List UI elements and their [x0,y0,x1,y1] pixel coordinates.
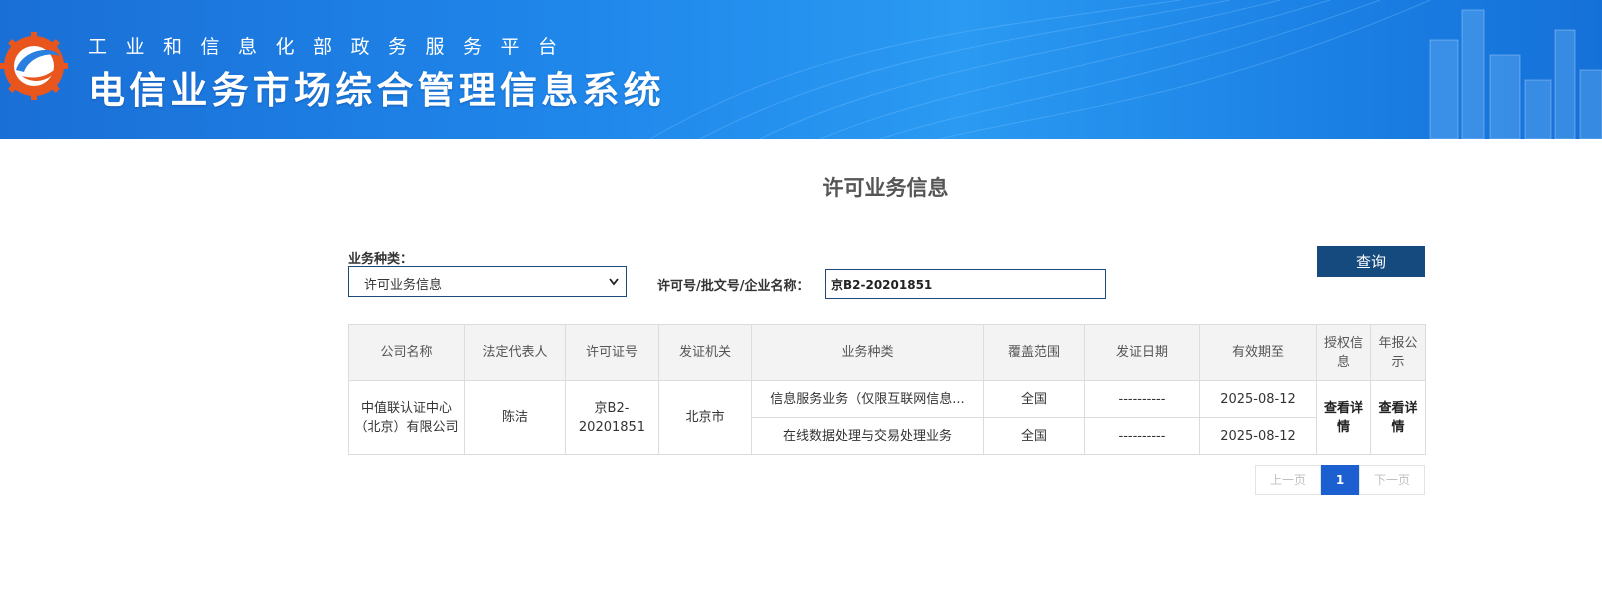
system-title: 电信业务市场综合管理信息系统 [88,69,665,112]
business-type-cell: 信息服务业务（仅限互联网信息... [751,380,984,418]
license-no-cell: 京B2-20201851 [565,380,659,455]
coverage-cell: 全国 [983,417,1085,455]
query-input[interactable] [825,269,1106,299]
next-page-button[interactable]: 下一页 [1359,465,1425,495]
business-type-label: 业务种类： [348,252,414,267]
valid-until-cell: 2025-08-12 [1199,380,1317,418]
col-header-license-no: 许可证号 [565,324,659,381]
chevron-down-icon [608,272,620,295]
authority-cell: 北京市 [658,380,752,455]
ministry-logo [0,32,68,100]
search-button[interactable]: 查询 [1317,246,1425,277]
issue-date-cell: ---------- [1084,380,1200,418]
representative-cell: 陈洁 [464,380,566,455]
col-header-company: 公司名称 [348,324,465,381]
col-header-valid-until: 有效期至 [1199,324,1317,381]
col-header-representative: 法定代表人 [464,324,566,381]
valid-until-cell: 2025-08-12 [1199,417,1317,455]
business-type-cell: 在线数据处理与交易处理业务 [751,417,984,455]
page-number-1[interactable]: 1 [1321,465,1359,495]
col-header-auth-info: 授权信息 [1316,324,1371,381]
prev-page-button[interactable]: 上一页 [1255,465,1321,495]
annual-report-detail-link[interactable]: 查看详情 [1370,380,1426,455]
query-label: 许可号/批文号/企业名称： [657,279,810,294]
page-title: 许可业务信息 [822,176,949,200]
col-header-authority: 发证机关 [658,324,752,381]
coverage-cell: 全国 [983,380,1085,418]
header-banner: 工业和信息化部政务服务平台 电信业务市场综合管理信息系统 [0,0,1602,139]
col-header-annual-report: 年报公示 [1370,324,1426,381]
table-row: 中值联认证中心（北京）有限公司 陈洁 京B2-20201851 北京市 信息服务… [348,380,1426,455]
col-header-issue-date: 发证日期 [1084,324,1200,381]
col-header-business-type: 业务种类 [751,324,984,381]
company-name-cell: 中值联认证中心（北京）有限公司 [348,380,465,455]
business-type-select[interactable]: 许可业务信息 [348,266,627,297]
business-type-selected: 许可业务信息 [364,278,443,293]
issue-date-cell: ---------- [1084,417,1200,455]
col-header-coverage: 覆盖范围 [983,324,1085,381]
license-table: 公司名称 法定代表人 许可证号 发证机关 业务种类 覆盖范围 发证日期 有效期至… [348,324,1426,455]
platform-subtitle: 工业和信息化部政务服务平台 [88,36,576,58]
table-header-row: 公司名称 法定代表人 许可证号 发证机关 业务种类 覆盖范围 发证日期 有效期至… [348,324,1426,381]
auth-info-detail-link[interactable]: 查看详情 [1316,380,1371,455]
